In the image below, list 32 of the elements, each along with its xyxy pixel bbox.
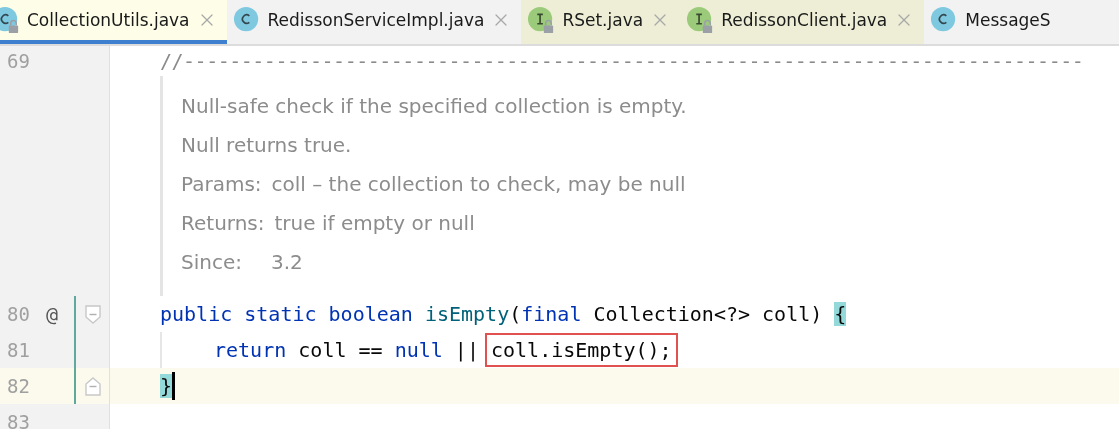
line-number: 69 — [6, 50, 30, 72]
code-text: coll == — [298, 338, 384, 362]
doc-text: Null returns true. — [181, 132, 352, 157]
doc-text: 3.2 — [271, 249, 303, 274]
line-number: 81 — [6, 339, 30, 361]
doc-label: Returns: — [181, 210, 265, 235]
code-keyword: final — [521, 302, 583, 326]
code-text: || — [454, 338, 480, 362]
separator-comment: //------------------------------------------------------------------------------ — [160, 49, 1084, 73]
highlighted-code: coll.isEmpty(); — [484, 333, 678, 367]
code-text: Collection<?> coll) — [593, 302, 824, 326]
line-number: 80 — [6, 303, 30, 325]
code-keyword: null — [394, 338, 444, 362]
editor-tab[interactable]: RedissonClient.java — [680, 0, 925, 44]
editor-tab[interactable]: RSet.java — [521, 0, 681, 44]
doc-text: coll – the collection to check, may be null — [271, 171, 686, 196]
doc-text: true if empty or null — [274, 210, 475, 235]
code-text: ( — [509, 302, 522, 326]
code-method: isEmpty — [424, 302, 510, 326]
doc-label: Params: — [181, 171, 262, 196]
editor-tab[interactable]: CollectionUtils.java — [0, 0, 227, 44]
code-keyword: public static boolean — [160, 302, 414, 326]
annotation-marker[interactable]: @ — [45, 302, 58, 326]
code-text: } — [160, 374, 173, 398]
line-number: 82 — [6, 375, 30, 397]
doc-text: Null-safe check if the specified collection is empty. — [181, 93, 687, 118]
code-text: { — [834, 302, 847, 326]
doc-label: Since: — [181, 249, 243, 274]
fold-icon[interactable] — [84, 303, 102, 325]
line-number: 83 — [6, 411, 30, 429]
fold-icon[interactable] — [84, 375, 102, 397]
code-keyword: return — [214, 338, 288, 362]
